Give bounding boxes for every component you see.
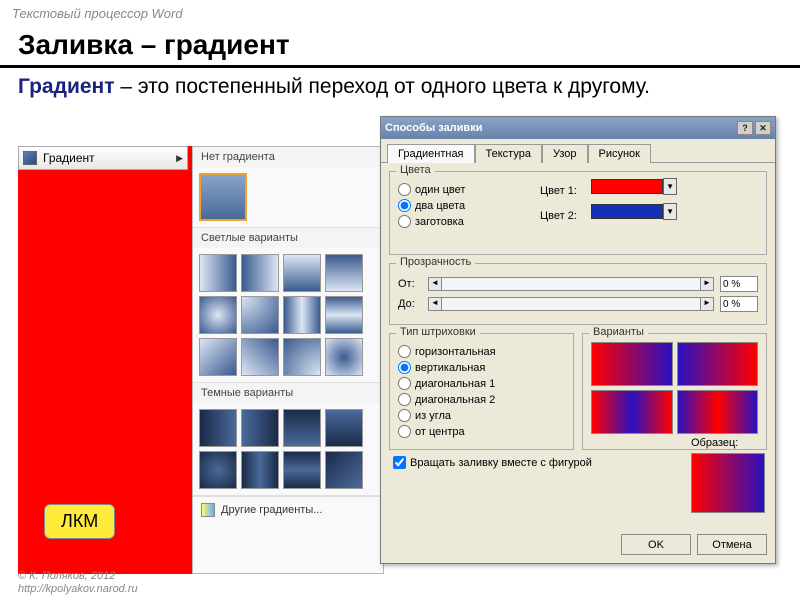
dialog-titlebar: Способы заливки ? ✕ [381,117,775,139]
hatch-group: Тип штриховки горизонтальная вертикальна… [389,333,574,450]
radio-diag1[interactable]: диагональная 1 [398,377,565,390]
from-slider[interactable]: ◄► [428,277,714,291]
transparency-group-label: Прозрачность [396,256,475,268]
color2-label: Цвет 2: [540,210,588,222]
variant-tile[interactable] [677,390,759,434]
gradient-menu-item[interactable]: Градиент ▶ [18,146,188,170]
gradient-tile[interactable] [241,409,279,447]
gallery-section-dark: Темные варианты [193,383,383,403]
color1-label: Цвет 1: [540,185,588,197]
variants-group-label: Варианты [589,326,648,338]
gradient-tile[interactable] [283,409,321,447]
variant-tile[interactable] [677,342,759,386]
chevron-down-icon: ▼ [663,203,677,220]
colors-group: Цвета один цвет два цвета заготовка Цвет… [389,171,767,255]
gradient-tile[interactable] [241,338,279,376]
hatch-group-label: Тип штриховки [396,326,480,338]
gradient-icon [23,151,37,165]
help-icon[interactable]: ? [737,121,753,135]
variant-tile[interactable] [591,390,673,434]
variants-group: Варианты [582,333,767,450]
gradient-tile[interactable] [325,409,363,447]
gradient-tile[interactable] [199,409,237,447]
page-title: Заливка – градиент [0,27,800,68]
fill-effects-dialog: Способы заливки ? ✕ Градиентная Текстура… [380,116,776,564]
lmb-badge: ЛКМ [44,504,115,539]
gradient-tile[interactable] [241,296,279,334]
to-label: До: [398,298,422,310]
gradient-tile[interactable] [199,338,237,376]
variant-tile[interactable] [591,342,673,386]
ok-button[interactable]: OK [621,534,691,555]
copyright: © К. Поляков, 2012 http://kpolyakov.naro… [18,570,138,596]
tab-gradient[interactable]: Градиентная [387,144,475,163]
sample-block: Образец: [691,437,765,513]
gradient-tile[interactable] [199,296,237,334]
color2-select[interactable]: ▼ [591,203,677,220]
page-header: Текстовый процессор Word [0,0,800,27]
gradient-tile[interactable] [199,451,237,489]
dialog-title: Способы заливки [385,122,482,134]
gradient-tile[interactable] [241,451,279,489]
tabs: Градиентная Текстура Узор Рисунок [381,139,775,163]
gradient-tile[interactable] [283,451,321,489]
radio-diag2[interactable]: диагональная 2 [398,393,565,406]
gradient-menu-label: Градиент [43,151,95,165]
chevron-right-icon: ▶ [176,153,183,164]
chevron-down-icon: ▼ [663,178,677,195]
tab-picture[interactable]: Рисунок [588,144,652,163]
definition-text: Градиент – это постепенный переход от од… [0,68,800,102]
radio-corner[interactable]: из угла [398,409,565,422]
radio-center[interactable]: от центра [398,425,565,438]
gradient-tile[interactable] [283,296,321,334]
tile-no-gradient[interactable] [199,173,247,221]
sample-label: Образец: [691,437,765,449]
gradient-tile[interactable] [199,254,237,292]
tab-pattern[interactable]: Узор [542,144,588,163]
to-slider[interactable]: ◄► [428,297,714,311]
colors-group-label: Цвета [396,164,435,176]
term: Градиент [18,75,115,98]
from-label: От: [398,278,422,290]
gradient-tile[interactable] [283,254,321,292]
cancel-button[interactable]: Отмена [697,534,767,555]
gradient-tile[interactable] [283,338,321,376]
gradient-tile[interactable] [325,254,363,292]
gradient-tile[interactable] [241,254,279,292]
color1-select[interactable]: ▼ [591,178,677,195]
from-value[interactable]: 0 % [720,276,758,292]
close-icon[interactable]: ✕ [755,121,771,135]
gallery-section-light: Светлые варианты [193,228,383,248]
gradient-tile[interactable] [325,338,363,376]
more-gradients-item[interactable]: Другие градиенты... [193,496,383,523]
sample-preview [691,453,765,513]
gradient-gallery: Нет градиента Светлые варианты Темные ва… [192,146,384,574]
tab-texture[interactable]: Текстура [475,144,542,163]
gradient-tile[interactable] [325,451,363,489]
to-value[interactable]: 0 % [720,296,758,312]
gradient-icon [201,503,215,517]
radio-vertical[interactable]: вертикальная [398,361,565,374]
radio-horizontal[interactable]: горизонтальная [398,345,565,358]
gallery-section-no-gradient: Нет градиента [193,147,383,167]
gradient-tile[interactable] [325,296,363,334]
transparency-group: Прозрачность От: ◄► 0 % До: ◄► 0 % [389,263,767,325]
